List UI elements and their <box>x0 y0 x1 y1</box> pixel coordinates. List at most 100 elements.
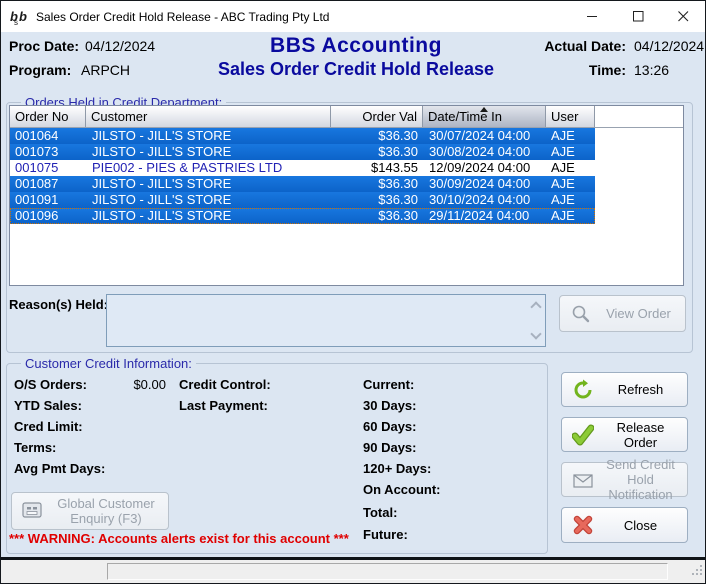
column-header-label: Customer <box>91 109 147 124</box>
cell-order-no: 001096 <box>10 208 86 224</box>
app-window: b s b Sales Order Credit Hold Release - … <box>0 0 706 584</box>
future-label: Future: <box>363 527 408 542</box>
column-header-label: Order No <box>15 109 68 124</box>
column-header-date-time-in[interactable]: Date/Time In <box>423 106 546 127</box>
global-customer-enquiry-label: Global Customer Enquiry (F3) <box>44 496 168 526</box>
reason-held-textarea[interactable] <box>106 294 546 347</box>
window-title: Sales Order Credit Hold Release - ABC Tr… <box>36 10 329 24</box>
cell-customer: PIE002 - PIES & PASTRIES LTD <box>86 160 331 176</box>
cell-customer: JILSTO - JILL'S STORE <box>86 176 331 192</box>
total-label: Total: <box>363 505 397 520</box>
column-header-label: Order Val <box>362 109 417 124</box>
cell-date-time-in: 12/09/2024 04:00 <box>423 160 546 176</box>
cell-order-no: 001091 <box>10 192 86 208</box>
cell-order-no: 001064 <box>10 128 86 144</box>
send-credit-hold-notification-button[interactable]: Send Credit Hold Notification <box>561 462 688 497</box>
days60-label: 60 Days: <box>363 419 416 434</box>
cell-order-val: $36.30 <box>331 128 423 144</box>
os-orders-value: $0.00 <box>96 377 166 392</box>
envelope-icon <box>572 471 594 489</box>
column-header-user[interactable]: User <box>546 106 595 127</box>
credit-control-label: Credit Control: <box>179 377 271 392</box>
cell-order-no: 001073 <box>10 144 86 160</box>
resize-grip[interactable] <box>691 563 703 581</box>
view-order-button[interactable]: View Order <box>559 295 686 332</box>
cell-order-no: 001087 <box>10 176 86 192</box>
days30-label: 30 Days: <box>363 398 416 413</box>
cell-customer: JILSTO - JILL'S STORE <box>86 208 331 224</box>
column-header-order-val[interactable]: Order Val <box>331 106 423 127</box>
cell-customer: JILSTO - JILL'S STORE <box>86 144 331 160</box>
days90-label: 90 Days: <box>363 440 416 455</box>
cell-user: AJE <box>546 160 595 176</box>
reason-held-label: Reason(s) Held: <box>9 297 108 312</box>
on-account-label: On Account: <box>363 482 441 497</box>
status-bar <box>1 557 705 583</box>
order-row-001087[interactable]: 001087JILSTO - JILL'S STORE$36.3030/09/2… <box>10 176 595 192</box>
column-header-label: User <box>551 109 578 124</box>
ytd-sales-label: YTD Sales: <box>14 398 82 413</box>
last-payment-label: Last Payment: <box>179 398 268 413</box>
grid-header-row: Order No Customer Order Val Date/Time In Use… <box>10 106 683 128</box>
magnifier-icon <box>570 303 592 325</box>
maximize-button[interactable] <box>615 1 661 32</box>
order-row-001073[interactable]: 001073JILSTO - JILL'S STORE$36.3030/08/2… <box>10 144 595 160</box>
close-button[interactable]: Close <box>561 507 688 543</box>
cell-date-time-in: 30/10/2024 04:00 <box>423 192 546 208</box>
column-header-order-no[interactable]: Order No <box>10 106 86 127</box>
app-logo-icon: b s b <box>10 8 28 26</box>
refresh-button[interactable]: Refresh <box>561 372 688 407</box>
order-row-001075[interactable]: 001075PIE002 - PIES & PASTRIES LTD$143.5… <box>10 160 595 176</box>
cell-order-val: $36.30 <box>331 144 423 160</box>
cell-user: AJE <box>546 208 595 224</box>
screen-title: Sales Order Credit Hold Release <box>141 59 571 80</box>
cell-user: AJE <box>546 144 595 160</box>
cell-order-val: $143.55 <box>331 160 423 176</box>
minimize-button[interactable] <box>569 1 615 32</box>
cell-date-time-in: 30/08/2024 04:00 <box>423 144 546 160</box>
days120-label: 120+ Days: <box>363 461 431 476</box>
cred-limit-label: Cred Limit: <box>14 419 83 434</box>
title-bar: b s b Sales Order Credit Hold Release - … <box>1 1 705 32</box>
actual-date-label: Actual Date: <box>521 38 626 54</box>
cell-user: AJE <box>546 128 595 144</box>
sort-asc-icon <box>480 107 488 112</box>
column-header-customer[interactable]: Customer <box>86 106 331 127</box>
order-row-001091[interactable]: 001091JILSTO - JILL'S STORE$36.3030/10/2… <box>10 192 595 208</box>
send-credit-hold-notification-label: Send Credit Hold Notification <box>594 457 687 502</box>
status-panel <box>107 563 668 580</box>
cell-order-val: $36.30 <box>331 176 423 192</box>
check-icon <box>572 424 594 446</box>
close-window-button[interactable] <box>661 1 705 32</box>
time-label: Time: <box>521 62 626 78</box>
cell-order-val: $36.30 <box>331 192 423 208</box>
accounts-warning-text: *** WARNING: Accounts alerts exist for t… <box>9 531 349 546</box>
close-label: Close <box>594 518 687 533</box>
scroll-down-icon[interactable] <box>530 328 541 339</box>
release-order-label: Release Order <box>594 420 687 450</box>
time-value: 13:26 <box>634 62 669 78</box>
grid-body: 001064JILSTO - JILL'S STORE$36.3030/07/2… <box>10 128 683 224</box>
release-order-button[interactable]: Release Order <box>561 417 688 452</box>
avg-pmt-days-label: Avg Pmt Days: <box>14 461 105 476</box>
svg-text:b: b <box>19 9 27 24</box>
program-value: ARPCH <box>81 62 130 78</box>
close-x-icon <box>572 514 594 536</box>
enquiry-terminal-icon <box>20 501 44 521</box>
terms-label: Terms: <box>14 440 56 455</box>
column-header-label: Date/Time In <box>428 109 502 124</box>
global-customer-enquiry-button[interactable]: Global Customer Enquiry (F3) <box>11 492 169 530</box>
customer-credit-title: Customer Credit Information: <box>21 356 196 371</box>
grid-header-filler <box>595 106 683 127</box>
cell-order-val: $36.30 <box>331 208 423 224</box>
cell-date-time-in: 30/07/2024 04:00 <box>423 128 546 144</box>
cell-user: AJE <box>546 192 595 208</box>
current-label: Current: <box>363 377 414 392</box>
view-order-label: View Order <box>592 306 685 321</box>
svg-text:s: s <box>14 18 18 26</box>
program-label: Program: <box>9 62 71 78</box>
order-row-001096[interactable]: 001096JILSTO - JILL'S STORE$36.3029/11/2… <box>10 208 595 224</box>
order-row-001064[interactable]: 001064JILSTO - JILL'S STORE$36.3030/07/2… <box>10 128 595 144</box>
orders-grid: Order No Customer Order Val Date/Time In Use… <box>9 105 684 286</box>
scroll-up-icon[interactable] <box>530 301 541 312</box>
